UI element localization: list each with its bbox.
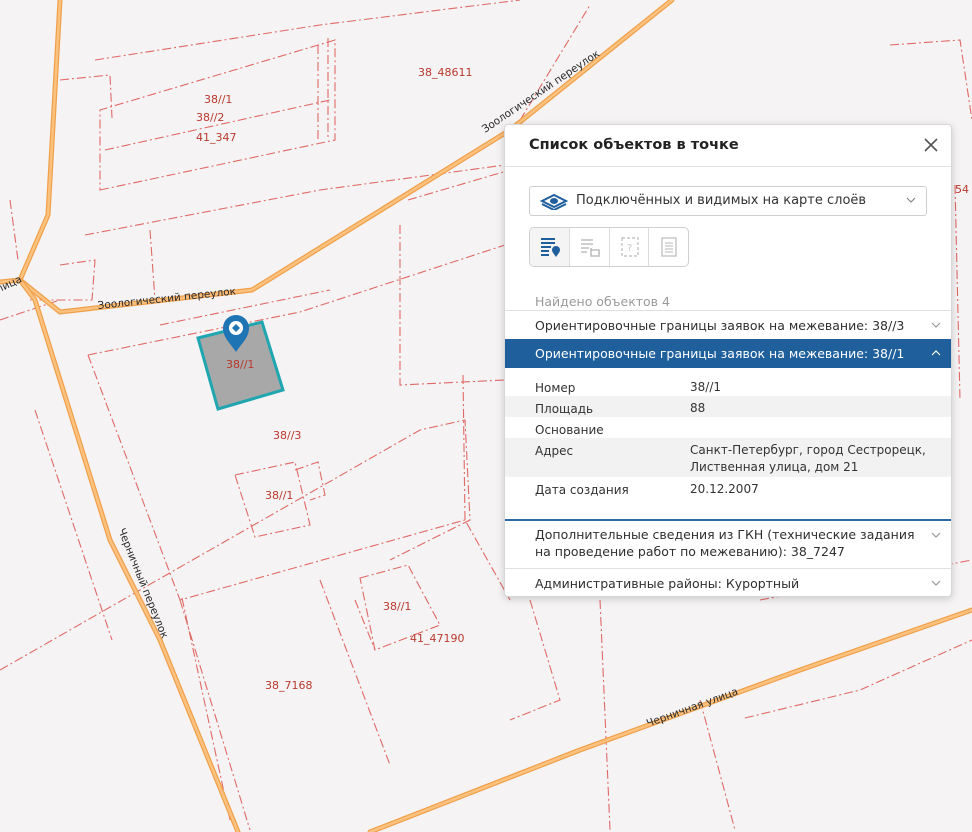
parcel-label: 41_347 bbox=[196, 131, 237, 144]
layers-icon bbox=[540, 193, 568, 210]
parcel-label: 54 bbox=[955, 183, 969, 196]
parcel-label: 41_47190 bbox=[410, 632, 465, 645]
tree-list-icon bbox=[580, 239, 600, 257]
result-item-title: Дополнительные сведения из ГКН (техничес… bbox=[535, 527, 915, 559]
layer-select[interactable]: Подключённых и видимых на карте слоёв bbox=[529, 186, 927, 216]
result-item-title: Ориентировочные границы заявок на межева… bbox=[535, 318, 905, 333]
layer-select-value: Подключённых и видимых на карте слоёв bbox=[576, 193, 867, 208]
result-item[interactable]: Дополнительные сведения из ГКН (техничес… bbox=[505, 521, 951, 568]
tool-button-group: ? bbox=[529, 227, 689, 267]
street-label: Зоологический переулок bbox=[97, 286, 236, 312]
street-label: лица bbox=[0, 273, 24, 295]
parcel-label: 38_48611 bbox=[418, 66, 473, 79]
detail-key: Дата создания bbox=[535, 483, 629, 497]
parcel-label: 38//1 bbox=[383, 600, 411, 613]
parcel-label: 38//1 bbox=[204, 93, 232, 106]
chevron-down-icon bbox=[931, 580, 941, 586]
street-label: Черничная улица bbox=[645, 686, 740, 730]
result-item-expanded[interactable]: Ориентировочные границы заявок на межева… bbox=[505, 339, 951, 368]
street-label: Черничный переулок bbox=[115, 527, 170, 641]
unknown-object-icon: ? bbox=[620, 237, 639, 257]
detail-value: 38//1 bbox=[690, 380, 721, 394]
divider bbox=[505, 166, 951, 167]
detail-row: Адрес Санкт-Петербург, город Сестрорецк,… bbox=[505, 438, 951, 477]
svg-text:?: ? bbox=[627, 243, 632, 254]
found-count: Найдено объектов 4 bbox=[535, 294, 670, 309]
unknown-object-button[interactable]: ? bbox=[610, 228, 650, 266]
detail-key: Номер bbox=[535, 381, 576, 395]
parcel-label: 38//2 bbox=[196, 111, 224, 124]
panel-title: Список объектов в точке bbox=[529, 137, 739, 153]
parcel-label: 38//3 bbox=[273, 429, 301, 442]
chevron-down-icon bbox=[906, 197, 916, 203]
list-view-button[interactable] bbox=[530, 228, 570, 266]
detail-row: Дата создания 20.12.2007 bbox=[505, 477, 951, 498]
street-label: Зоологический переулок bbox=[480, 48, 602, 136]
parcel-label: 38//1 bbox=[265, 489, 293, 502]
detail-key: Площадь bbox=[535, 402, 594, 416]
chevron-down-icon bbox=[931, 532, 941, 538]
detail-value: 88 bbox=[690, 401, 706, 415]
chevron-down-icon bbox=[931, 322, 941, 328]
list-pin-icon bbox=[541, 238, 560, 257]
result-item[interactable]: Ориентировочные границы заявок на межева… bbox=[505, 310, 951, 339]
document-icon bbox=[661, 237, 677, 257]
tree-view-button[interactable] bbox=[570, 228, 610, 266]
result-item[interactable]: Административные районы: Курортный bbox=[505, 568, 951, 596]
document-button[interactable] bbox=[649, 228, 688, 266]
detail-key: Основание bbox=[535, 423, 604, 437]
detail-row: Основание bbox=[505, 417, 951, 438]
parcel-label: 38_7168 bbox=[265, 679, 313, 692]
result-item-title: Административные районы: Курортный bbox=[535, 576, 800, 591]
close-icon[interactable] bbox=[921, 135, 941, 155]
detail-key: Адрес bbox=[535, 444, 574, 458]
parcel-label: 38//1 bbox=[226, 358, 254, 371]
detail-row: Площадь 88 bbox=[505, 396, 951, 417]
chevron-up-icon bbox=[931, 350, 941, 356]
detail-value: Санкт-Петербург, город Сестрорецк, Листв… bbox=[690, 443, 926, 474]
result-item-title: Ориентировочные границы заявок на межева… bbox=[535, 346, 905, 361]
detail-row: Номер 38//1 bbox=[505, 375, 951, 396]
detail-value: 20.12.2007 bbox=[690, 482, 759, 496]
objects-at-point-panel: Список объектов в точке Подключённых и в… bbox=[504, 124, 952, 597]
